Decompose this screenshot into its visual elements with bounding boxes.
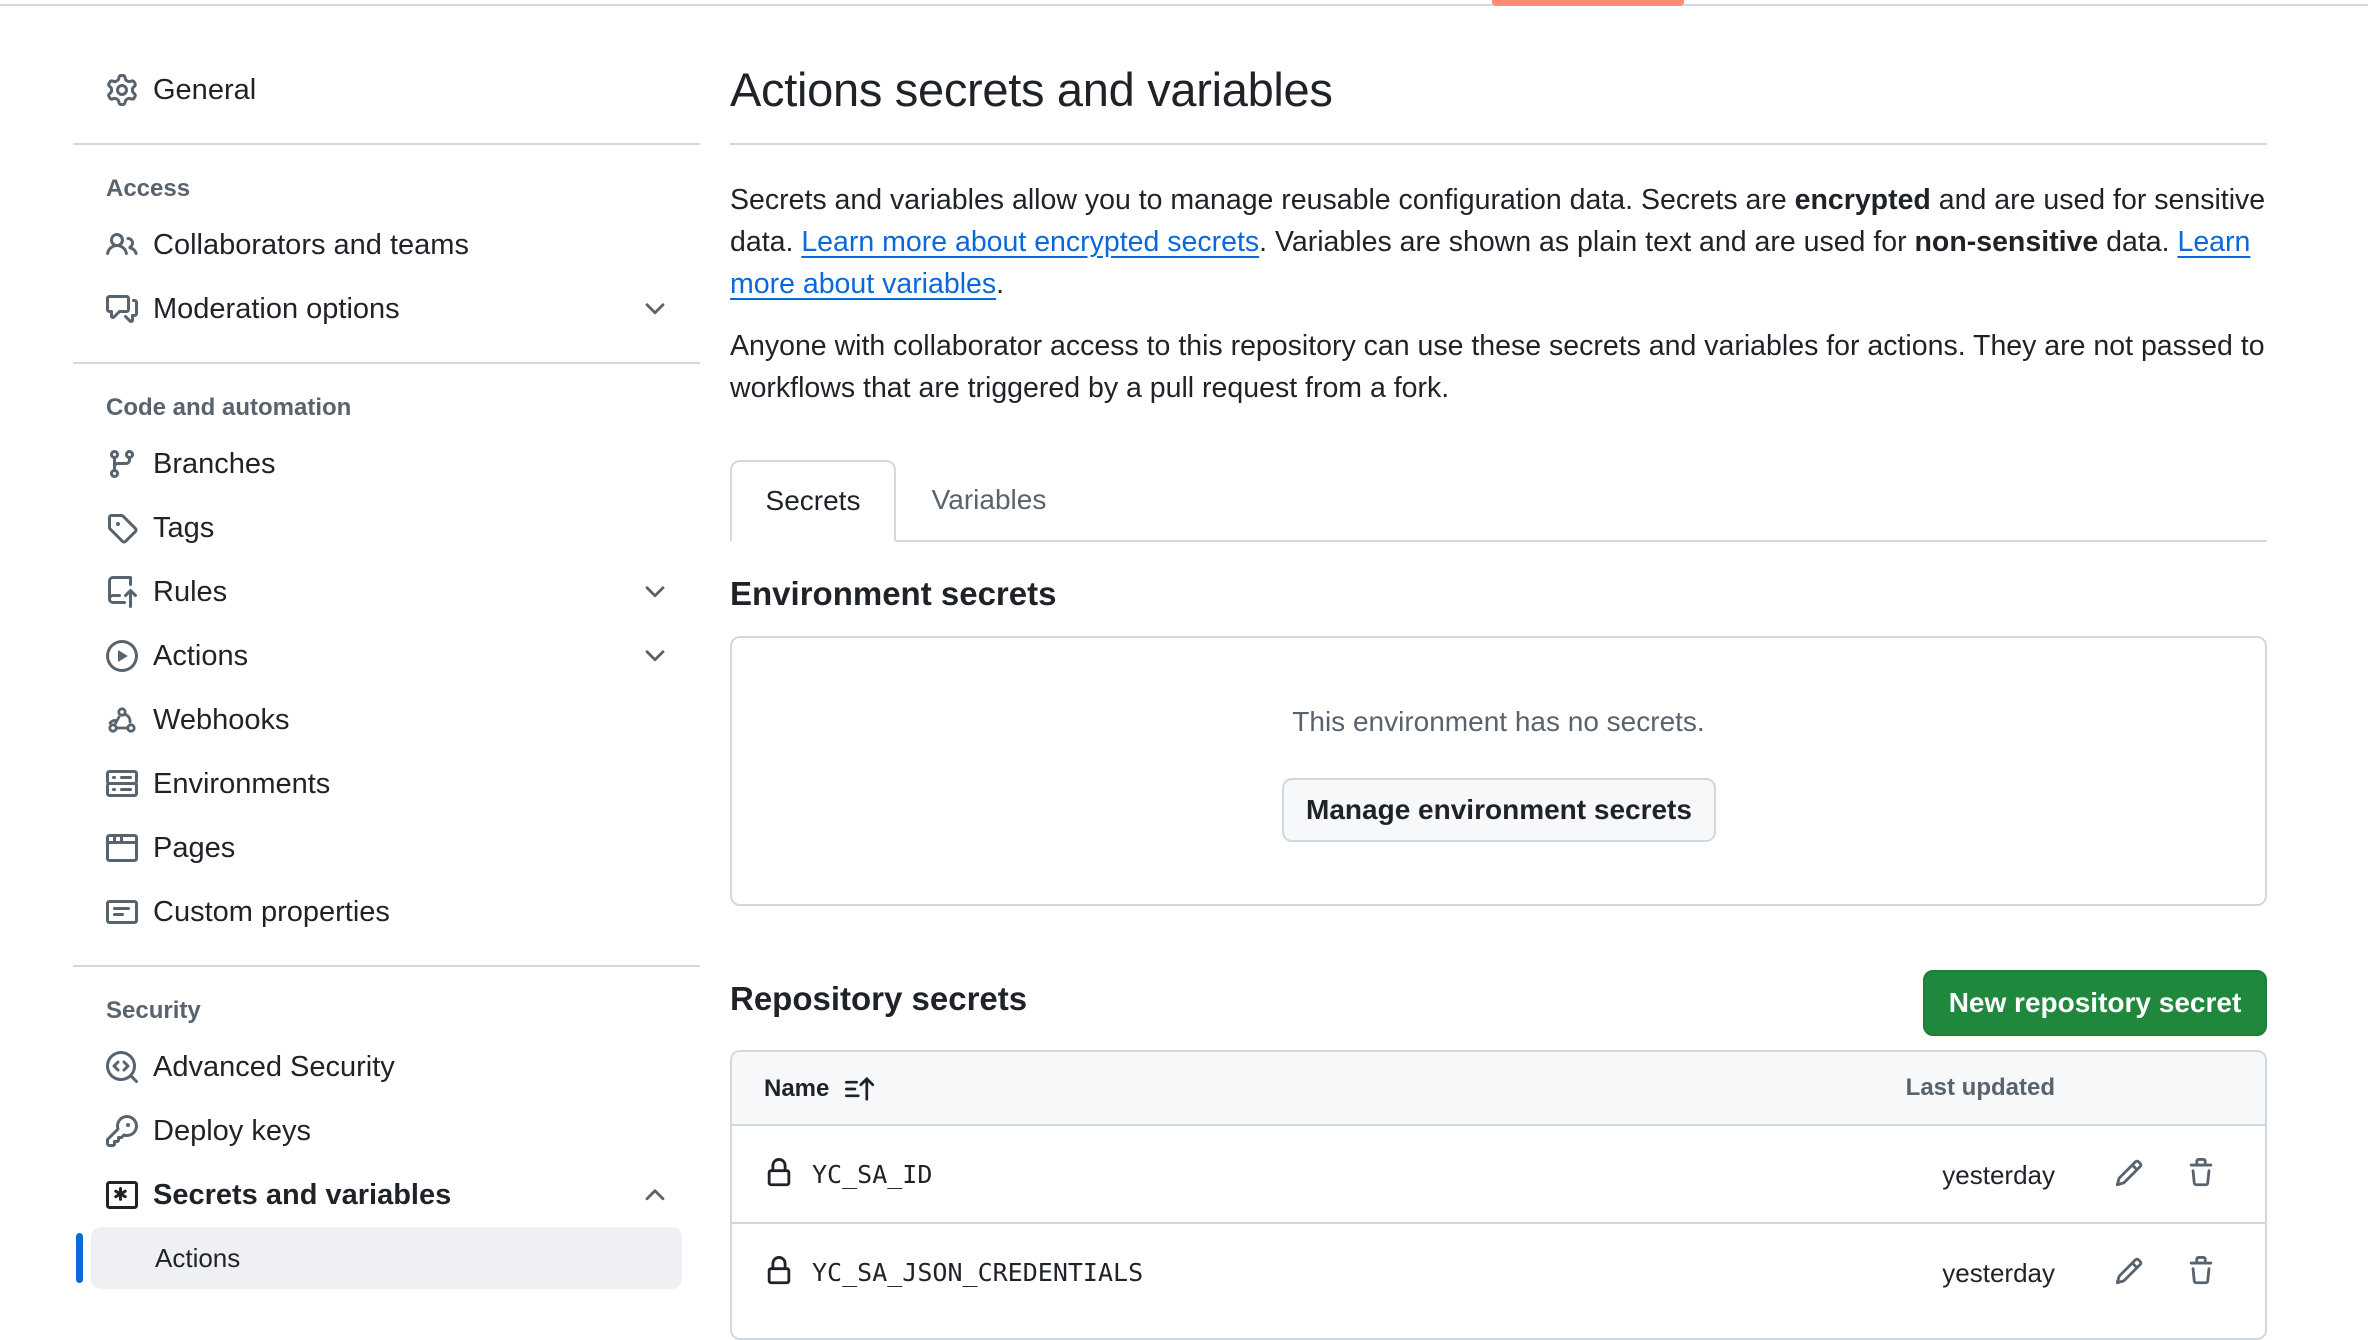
sidebar-subitem-actions[interactable]: Actions	[76, 1227, 682, 1289]
sidebar-divider	[73, 362, 700, 364]
chevron-up-icon[interactable]	[640, 1180, 670, 1210]
sidebar-subitem-label: Actions	[155, 1242, 241, 1273]
sidebar-item-label: Actions	[153, 639, 249, 672]
sidebar-item-environments[interactable]: Environments	[73, 752, 700, 816]
sidebar-item-rules[interactable]: Rules	[73, 560, 700, 624]
learn-encrypted-secrets-link[interactable]: Learn more about encrypted secrets	[801, 226, 1259, 258]
sidebar-item-secrets-and-variables[interactable]: Secrets and variables	[73, 1163, 700, 1227]
last-updated-column-header: Last updated	[1905, 1074, 2055, 1101]
lock-icon	[764, 1156, 794, 1190]
intro-emphasis: non-sensitive	[1914, 226, 2099, 258]
key-icon	[105, 1114, 139, 1148]
sidebar-item-label: Environments	[153, 767, 331, 800]
settings-sidebar: General Access Collaborators and teams M…	[73, 58, 700, 1289]
pencil-icon[interactable]	[2110, 1252, 2148, 1290]
table-row: YC_SA_JSON_CREDENTIALS yesterday	[732, 1224, 2265, 1322]
sidebar-item-collaborators[interactable]: Collaborators and teams	[73, 213, 700, 277]
sidebar-divider	[73, 965, 700, 967]
webhook-icon	[105, 703, 139, 737]
manage-environment-secrets-button[interactable]: Manage environment secrets	[1282, 778, 1716, 842]
sidebar-item-moderation[interactable]: Moderation options	[73, 277, 700, 341]
sidebar-group-code-automation: Code and automation	[106, 394, 352, 421]
trash-icon[interactable]	[2182, 1154, 2220, 1192]
table-row: YC_SA_ID yesterday	[732, 1126, 2265, 1224]
repo-push-icon	[105, 575, 139, 609]
tab-bar: Secrets Variables	[730, 460, 2267, 542]
gear-icon	[105, 73, 139, 107]
people-icon	[105, 228, 139, 262]
sidebar-item-label: Collaborators and teams	[153, 228, 469, 261]
sidebar-item-pages[interactable]: Pages	[73, 816, 700, 880]
secret-name: YC_SA_ID	[812, 1160, 933, 1189]
sidebar-item-label: Deploy keys	[153, 1114, 311, 1147]
sidebar-group-security: Security	[106, 997, 201, 1024]
repository-secrets-heading: Repository secrets	[730, 980, 1028, 1017]
sidebar-item-label: Tags	[153, 511, 215, 544]
page-title: Actions secrets and variables	[730, 63, 1333, 116]
secret-name: YC_SA_JSON_CREDENTIALS	[812, 1258, 1144, 1287]
server-icon	[105, 767, 139, 801]
active-tab-indicator	[1492, 0, 1684, 6]
note-icon	[105, 895, 139, 929]
sidebar-item-branches[interactable]: Branches	[73, 432, 700, 496]
empty-state-text: This environment has no secrets.	[1292, 706, 1705, 737]
play-icon	[105, 639, 139, 673]
title-divider	[730, 143, 2267, 145]
intro-text-part: Secrets and variables allow you to manag…	[730, 184, 1795, 216]
active-indicator	[76, 1233, 83, 1283]
environment-secrets-heading: Environment secrets	[730, 575, 1057, 612]
chevron-down-icon[interactable]	[640, 294, 670, 324]
new-repository-secret-button[interactable]: New repository secret	[1923, 970, 2267, 1036]
last-updated: yesterday	[1942, 1258, 2055, 1288]
intro-text: Secrets and variables allow you to manag…	[730, 179, 2267, 305]
sidebar-group-access: Access	[106, 175, 191, 202]
top-border	[0, 0, 2368, 6]
access-notice: Anyone with collaborator access to this …	[730, 330, 2265, 404]
sidebar-item-label: Secrets and variables	[153, 1178, 452, 1211]
chevron-down-icon[interactable]	[640, 577, 670, 607]
sidebar-item-tags[interactable]: Tags	[73, 496, 700, 560]
tag-icon	[105, 511, 139, 545]
browser-icon	[105, 831, 139, 865]
git-branch-icon	[105, 447, 139, 481]
sidebar-item-label: Advanced Security	[153, 1050, 395, 1083]
lock-icon	[764, 1254, 794, 1288]
tab-secrets[interactable]: Secrets	[730, 460, 896, 542]
sidebar-item-label: Pages	[153, 831, 236, 864]
sidebar-item-deploy-keys[interactable]: Deploy keys	[73, 1099, 700, 1163]
secrets-table: Name Last updated YC_SA_ID yesterday YC_…	[730, 1050, 2267, 1340]
intro-text-part: . Variables are shown as plain text and …	[1259, 226, 1915, 258]
chevron-down-icon[interactable]	[640, 641, 670, 671]
last-updated: yesterday	[1942, 1160, 2055, 1190]
column-label: Name	[764, 1075, 830, 1102]
sidebar-item-label: Moderation options	[153, 292, 400, 325]
sidebar-item-advanced-security[interactable]: Advanced Security	[73, 1035, 700, 1099]
pencil-icon[interactable]	[2110, 1154, 2148, 1192]
comment-discussion-icon	[105, 292, 139, 326]
sidebar-item-label: General	[153, 73, 257, 106]
sidebar-item-custom-properties[interactable]: Custom properties	[73, 880, 700, 944]
intro-text-part: .	[996, 268, 1005, 300]
table-header: Name Last updated	[732, 1052, 2265, 1126]
environment-secrets-box: This environment has no secrets. Manage …	[730, 636, 2267, 906]
key-asterisk-icon	[105, 1178, 139, 1212]
sidebar-item-general[interactable]: General	[73, 58, 700, 122]
sidebar-item-label: Webhooks	[153, 703, 290, 736]
trash-icon[interactable]	[2182, 1252, 2220, 1290]
codescan-icon	[105, 1050, 139, 1084]
tab-variables[interactable]: Variables	[896, 460, 1082, 540]
sidebar-item-label: Rules	[153, 575, 228, 608]
sidebar-item-label: Branches	[153, 447, 276, 480]
sidebar-item-webhooks[interactable]: Webhooks	[73, 688, 700, 752]
sidebar-item-actions[interactable]: Actions	[73, 624, 700, 688]
intro-text-part: data.	[2098, 226, 2178, 258]
sidebar-divider	[73, 143, 700, 145]
intro-emphasis: encrypted	[1794, 184, 1931, 216]
sidebar-item-label: Custom properties	[153, 895, 390, 928]
name-column-header[interactable]: Name	[764, 1074, 877, 1104]
sort-ascending-icon[interactable]	[843, 1074, 877, 1104]
